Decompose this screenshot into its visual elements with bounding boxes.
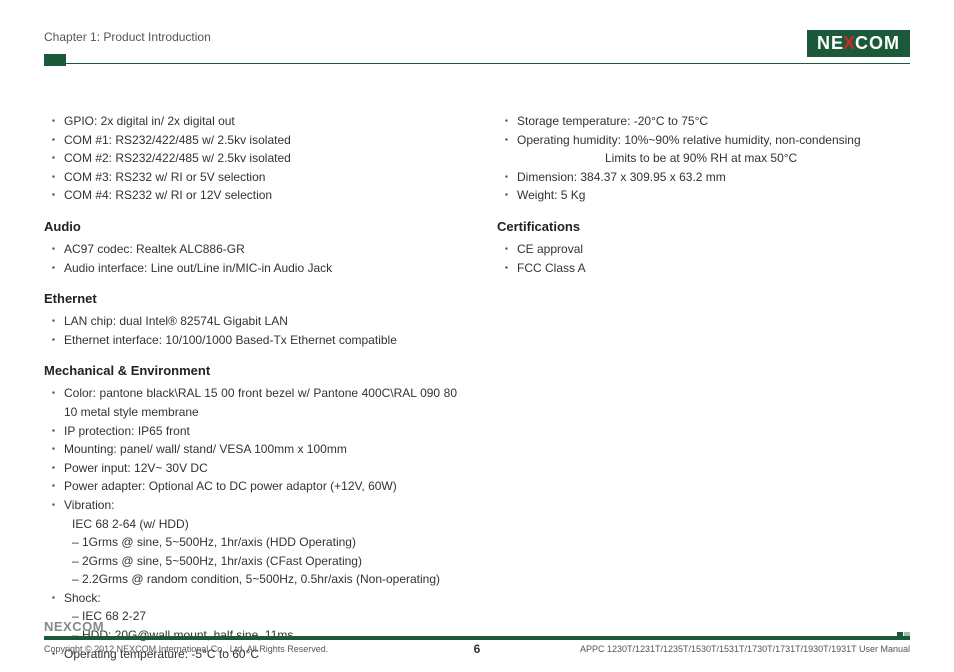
vibration-label: Vibration:	[64, 498, 114, 512]
cert-heading: Certifications	[497, 219, 910, 234]
left-column: GPIO: 2x digital in/ 2x digital out COM …	[44, 112, 457, 671]
logo-text-pre: NE	[817, 33, 844, 54]
section-tab-icon	[44, 54, 66, 66]
chapter-title: Chapter 1: Product Introduction	[44, 30, 211, 44]
page-footer: NEXCOM Copyright © 2012 NEXCOM Internati…	[44, 619, 910, 654]
mechanical-heading: Mechanical & Environment	[44, 363, 457, 378]
list-item-vibration: Vibration: IEC 68 2-64 (w/ HDD) – 1Grms …	[52, 496, 457, 589]
footer-row: Copyright © 2012 NEXCOM International Co…	[44, 644, 910, 654]
list-item: IP protection: IP65 front	[52, 422, 457, 441]
list-item: Mounting: panel/ wall/ stand/ VESA 100mm…	[52, 440, 457, 459]
list-item: COM #2: RS232/422/485 w/ 2.5kv isolated	[52, 149, 457, 168]
env-list: Storage temperature: -20°C to 75°C Opera…	[497, 112, 910, 205]
page-number: 6	[44, 642, 910, 656]
right-column: Storage temperature: -20°C to 75°C Opera…	[497, 112, 910, 671]
logo-text-post: COM	[855, 33, 900, 54]
ethernet-list: LAN chip: dual Intel® 82574L Gigabit LAN…	[44, 312, 457, 349]
vibration-line: – 2Grms @ sine, 5~500Hz, 1hr/axis (CFast…	[64, 552, 457, 571]
audio-list: AC97 codec: Realtek ALC886-GR Audio inte…	[44, 240, 457, 277]
shock-label: Shock:	[64, 591, 101, 605]
vibration-line: – 2.2Grms @ random condition, 5~500Hz, 0…	[64, 570, 457, 589]
list-item: COM #4: RS232 w/ RI or 12V selection	[52, 186, 457, 205]
header-rule	[44, 63, 910, 64]
brand-logo: NEXCOM	[807, 30, 910, 57]
io-list: GPIO: 2x digital in/ 2x digital out COM …	[44, 112, 457, 205]
list-item: Storage temperature: -20°C to 75°C	[505, 112, 910, 131]
vibration-standard: IEC 68 2-64 (w/ HDD)	[64, 515, 457, 534]
footer-rule	[44, 636, 910, 640]
humidity-sub: Limits to be at 90% RH at max 50°C	[517, 149, 910, 168]
ethernet-heading: Ethernet	[44, 291, 457, 306]
list-item: COM #3: RS232 w/ RI or 5V selection	[52, 168, 457, 187]
list-item: AC97 codec: Realtek ALC886-GR	[52, 240, 457, 259]
list-item: FCC Class A	[505, 259, 910, 278]
list-item: Audio interface: Line out/Line in/MIC-in…	[52, 259, 457, 278]
list-item: Ethernet interface: 10/100/1000 Based-Tx…	[52, 331, 457, 350]
vibration-line: – 1Grms @ sine, 5~500Hz, 1hr/axis (HDD O…	[64, 533, 457, 552]
list-item: GPIO: 2x digital in/ 2x digital out	[52, 112, 457, 131]
humidity-text: Operating humidity: 10%~90% relative hum…	[517, 133, 861, 147]
cert-list: CE approval FCC Class A	[497, 240, 910, 277]
list-item: Power adapter: Optional AC to DC power a…	[52, 477, 457, 496]
list-item: Color: pantone black\RAL 15 00 front bez…	[52, 384, 457, 421]
list-item: Weight: 5 Kg	[505, 186, 910, 205]
list-item: CE approval	[505, 240, 910, 259]
list-item: LAN chip: dual Intel® 82574L Gigabit LAN	[52, 312, 457, 331]
list-item: COM #1: RS232/422/485 w/ 2.5kv isolated	[52, 131, 457, 150]
footer-logo: NEXCOM	[44, 619, 910, 634]
page-header: Chapter 1: Product Introduction NEXCOM	[44, 30, 910, 57]
list-item: Power input: 12V~ 30V DC	[52, 459, 457, 478]
audio-heading: Audio	[44, 219, 457, 234]
list-item-humidity: Operating humidity: 10%~90% relative hum…	[505, 131, 910, 168]
list-item: Dimension: 384.37 x 309.95 x 63.2 mm	[505, 168, 910, 187]
content-columns: GPIO: 2x digital in/ 2x digital out COM …	[44, 112, 910, 671]
